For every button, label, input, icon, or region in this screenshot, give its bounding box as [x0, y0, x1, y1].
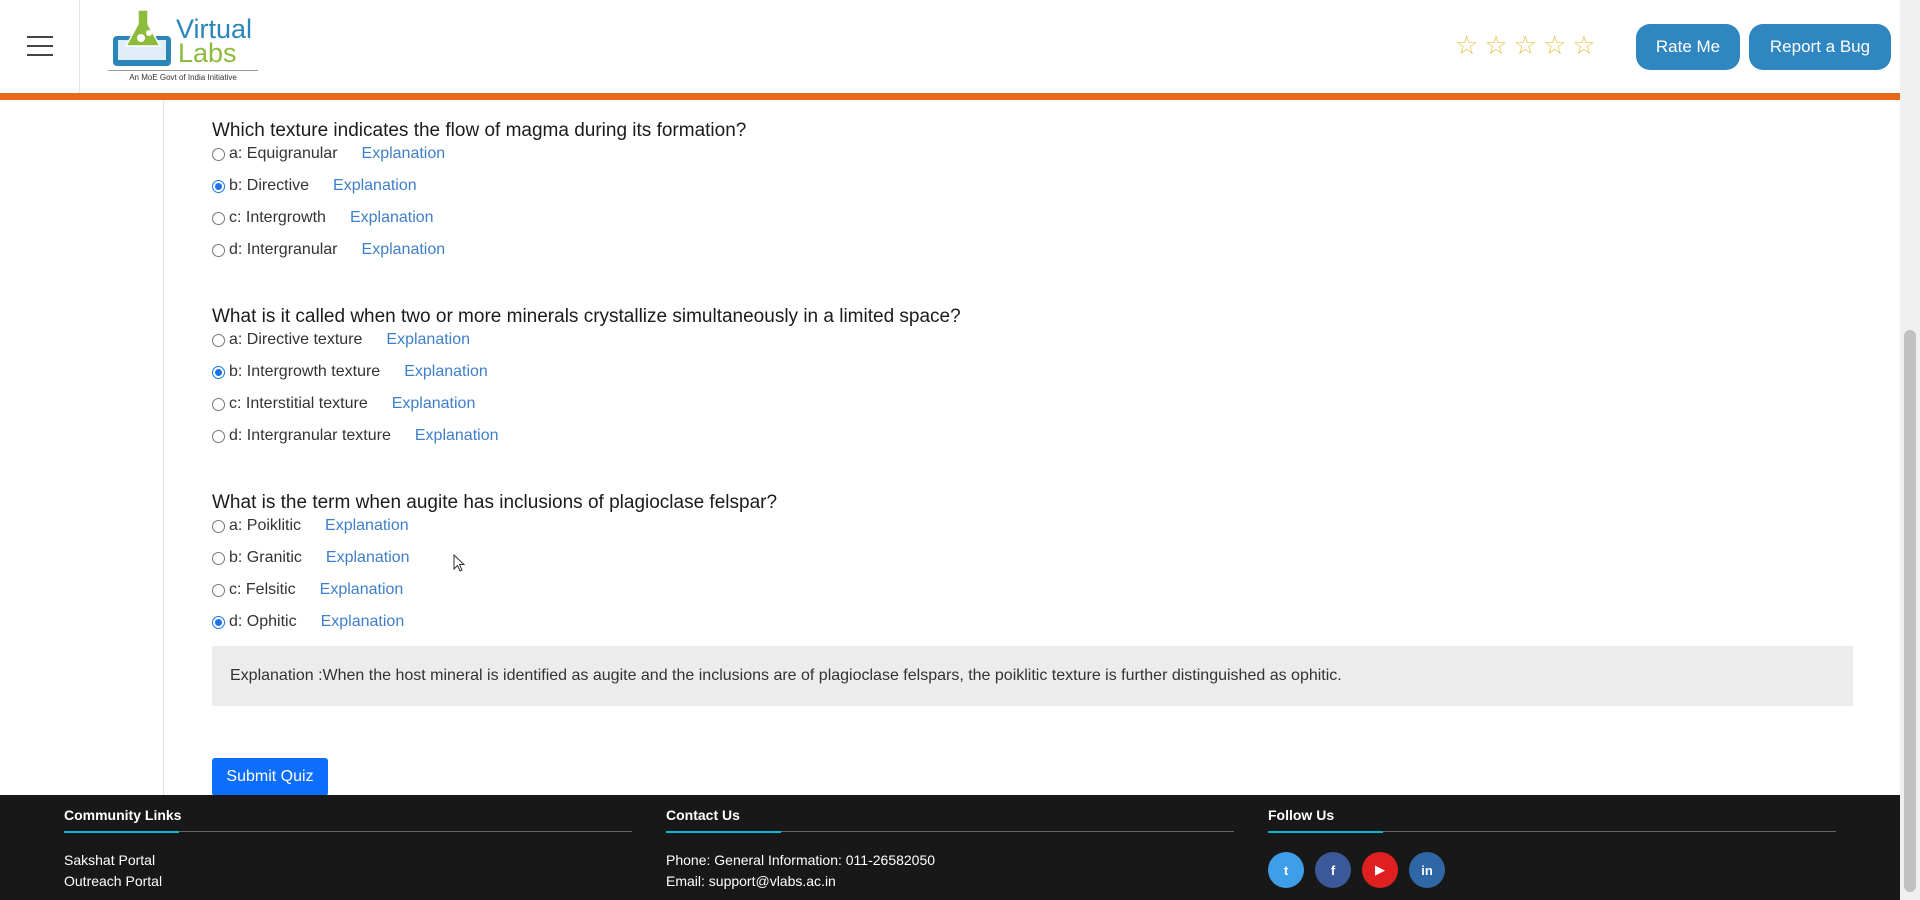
star-icon[interactable]: ☆	[1572, 33, 1595, 59]
answer-radio[interactable]	[212, 583, 225, 597]
youtube-icon[interactable]: ▶	[1362, 852, 1398, 888]
answer-label: c: Felsitic	[229, 581, 296, 598]
sidebar-divider	[163, 100, 164, 795]
answer-option[interactable]: c: Intergrowth Explanation	[212, 202, 1852, 234]
header-accent-bar	[0, 93, 1900, 100]
answer-label: a: Equigranular	[229, 145, 338, 162]
answer-label: a: Poiklitic	[229, 517, 302, 534]
explanation-link[interactable]: Explanation	[404, 363, 488, 381]
footer-contact-column: Contact Us Phone: General Information: 0…	[666, 795, 1234, 892]
star-icon[interactable]: ☆	[1514, 33, 1537, 59]
answer-radio[interactable]	[212, 519, 225, 533]
footer-link-outreach[interactable]: Outreach Portal	[64, 871, 632, 892]
explanation-box: Explanation :When the host mineral is id…	[212, 646, 1853, 706]
explanation-link[interactable]: Explanation	[362, 241, 446, 259]
answer-radio[interactable]	[212, 365, 225, 379]
answer-radio[interactable]	[212, 333, 225, 347]
answer-option[interactable]: a: Equigranular Explanation	[212, 138, 1852, 170]
quiz-question: What is the term when augite has inclusi…	[212, 472, 1853, 706]
star-icon[interactable]: ☆	[1484, 33, 1507, 59]
explanation-link[interactable]: Explanation	[362, 145, 446, 163]
explanation-link[interactable]: Explanation	[392, 395, 476, 413]
contact-us-title: Contact Us	[666, 807, 740, 823]
answer-label: d: Intergranular	[229, 241, 338, 258]
facebook-icon[interactable]: f	[1315, 852, 1351, 888]
answer-label: a: Directive texture	[229, 331, 363, 348]
hamburger-menu-icon[interactable]	[27, 36, 53, 56]
explanation-link[interactable]: Explanation	[386, 331, 470, 349]
footer-divider	[1268, 831, 1836, 833]
answer-radio[interactable]	[212, 429, 225, 443]
menu-cell	[0, 0, 80, 93]
answer-label: c: Interstitial texture	[229, 395, 368, 412]
site-footer: Community Links Sakshat Portal Outreach …	[0, 795, 1900, 900]
answer-radio[interactable]	[212, 211, 225, 225]
explanation-link[interactable]: Explanation	[320, 581, 404, 599]
answer-label: d: Intergranular texture	[229, 427, 391, 444]
answer-option[interactable]: d: Intergranular texture Explanation	[212, 420, 1852, 452]
rating-stars: ☆ ☆ ☆ ☆ ☆	[1455, 33, 1596, 59]
social-icons: t f ▶ in	[1268, 852, 1836, 888]
site-header: Virtual Labs An MoE Govt of India Initia…	[0, 0, 1900, 100]
answer-option[interactable]: c: Interstitial texture Explanation	[212, 388, 1852, 420]
flask-logo-icon	[113, 9, 171, 66]
footer-link-sakshat[interactable]: Sakshat Portal	[64, 850, 632, 871]
answer-radio[interactable]	[212, 397, 225, 411]
quiz-question: What is it called when two or more miner…	[212, 286, 1852, 452]
logo-tagline: An MoE Govt of India Initiative	[108, 70, 258, 82]
community-links-title: Community Links	[64, 807, 182, 823]
report-bug-button[interactable]: Report a Bug	[1749, 24, 1891, 70]
answer-label: c: Intergrowth	[229, 209, 326, 226]
quiz-container: Which texture indicates the flow of magm…	[212, 100, 1853, 824]
footer-divider	[666, 831, 1234, 833]
answer-label: b: Intergrowth texture	[229, 363, 381, 380]
logo-word-labs: Labs	[178, 38, 237, 68]
scrollbar-thumb[interactable]	[1904, 330, 1916, 892]
answer-radio[interactable]	[212, 551, 225, 565]
answer-option[interactable]: a: Poiklitic Explanation	[212, 510, 1852, 542]
vertical-scrollbar[interactable]	[1900, 0, 1920, 900]
answer-option[interactable]: b: Intergrowth texture Explanation	[212, 356, 1852, 388]
answer-option[interactable]: b: Directive Explanation	[212, 170, 1852, 202]
explanation-link[interactable]: Explanation	[415, 427, 499, 445]
twitter-icon[interactable]: t	[1268, 852, 1304, 888]
contact-phone: Phone: General Information: 011-26582050	[666, 852, 936, 868]
star-icon[interactable]: ☆	[1543, 33, 1566, 59]
submit-quiz-button[interactable]: Submit Quiz	[212, 758, 328, 796]
answer-option[interactable]: d: Ophitic Explanation	[212, 606, 1852, 638]
answer-radio[interactable]	[212, 179, 225, 193]
mouse-cursor-icon	[453, 554, 466, 572]
answer-radio[interactable]	[212, 615, 225, 629]
footer-divider	[64, 831, 632, 833]
answer-radio[interactable]	[212, 243, 225, 257]
explanation-link[interactable]: Explanation	[333, 177, 417, 195]
answer-label: d: Ophitic	[229, 613, 297, 630]
explanation-link[interactable]: Explanation	[325, 517, 409, 535]
explanation-link[interactable]: Explanation	[326, 549, 410, 567]
answer-option[interactable]: a: Directive texture Explanation	[212, 324, 1852, 356]
answer-radio[interactable]	[212, 147, 225, 161]
virtual-labs-logo[interactable]: Virtual Labs An MoE Govt of India Initia…	[108, 6, 258, 86]
quiz-question: Which texture indicates the flow of magm…	[212, 100, 1852, 266]
footer-community-column: Community Links Sakshat Portal Outreach …	[64, 795, 632, 892]
answer-option[interactable]: c: Felsitic Explanation	[212, 574, 1852, 606]
star-icon[interactable]: ☆	[1455, 33, 1478, 59]
answer-label: b: Granitic	[229, 549, 302, 566]
explanation-link[interactable]: Explanation	[350, 209, 434, 227]
answer-option[interactable]: d: Intergranular Explanation	[212, 234, 1852, 266]
linkedin-icon[interactable]: in	[1409, 852, 1445, 888]
explanation-link[interactable]: Explanation	[321, 613, 405, 631]
footer-follow-column: Follow Us t f ▶ in	[1268, 795, 1836, 888]
follow-us-title: Follow Us	[1268, 807, 1335, 823]
contact-email[interactable]: Email: support@vlabs.ac.in	[666, 871, 1234, 892]
rate-me-button[interactable]: Rate Me	[1636, 24, 1740, 70]
answer-label: b: Directive	[229, 177, 310, 194]
